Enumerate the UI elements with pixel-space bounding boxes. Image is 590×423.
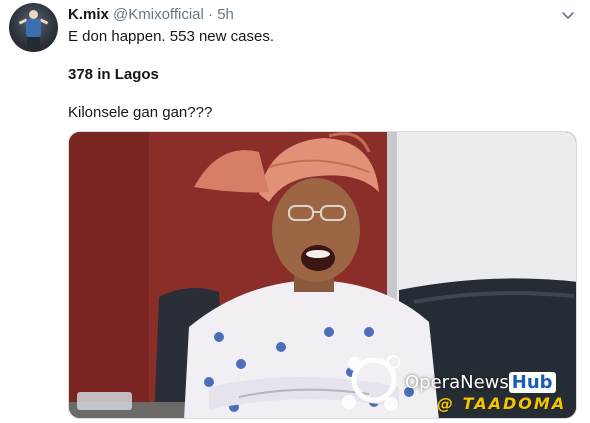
watermark-brand-box: Hub: [508, 372, 556, 393]
avatar-figure-body: [26, 19, 41, 37]
tweet-text-line: Kilonsele gan gan???: [68, 104, 213, 121]
avatar-figure-head: [29, 10, 38, 19]
author-handle[interactable]: @Kmixofficial: [113, 6, 204, 23]
watermark-credit: @ TAADOMA: [437, 394, 567, 413]
tweet-text-line: 378 in Lagos: [68, 66, 159, 83]
tweet-header: K.mix @Kmixofficial · 5h: [68, 6, 234, 24]
avatar-figure-legs: [27, 37, 40, 49]
separator-dot: ·: [208, 6, 214, 23]
watermark-brand-name: OperaNews: [405, 372, 509, 393]
author-name[interactable]: K.mix: [68, 6, 109, 23]
avatar-figure-arm: [39, 18, 49, 25]
tweet-text-line: E don happen. 553 new cases.: [68, 28, 274, 45]
tweet-media-image[interactable]: OperaNews Hub @ TAADOMA: [68, 131, 577, 419]
watermark-brand: OperaNews Hub: [405, 372, 556, 393]
avatar[interactable]: [9, 3, 58, 52]
timestamp[interactable]: 5h: [217, 6, 234, 23]
chevron-down-icon[interactable]: [560, 7, 576, 23]
tweet[interactable]: K.mix @Kmixofficial · 5h E don happen. 5…: [0, 0, 590, 423]
